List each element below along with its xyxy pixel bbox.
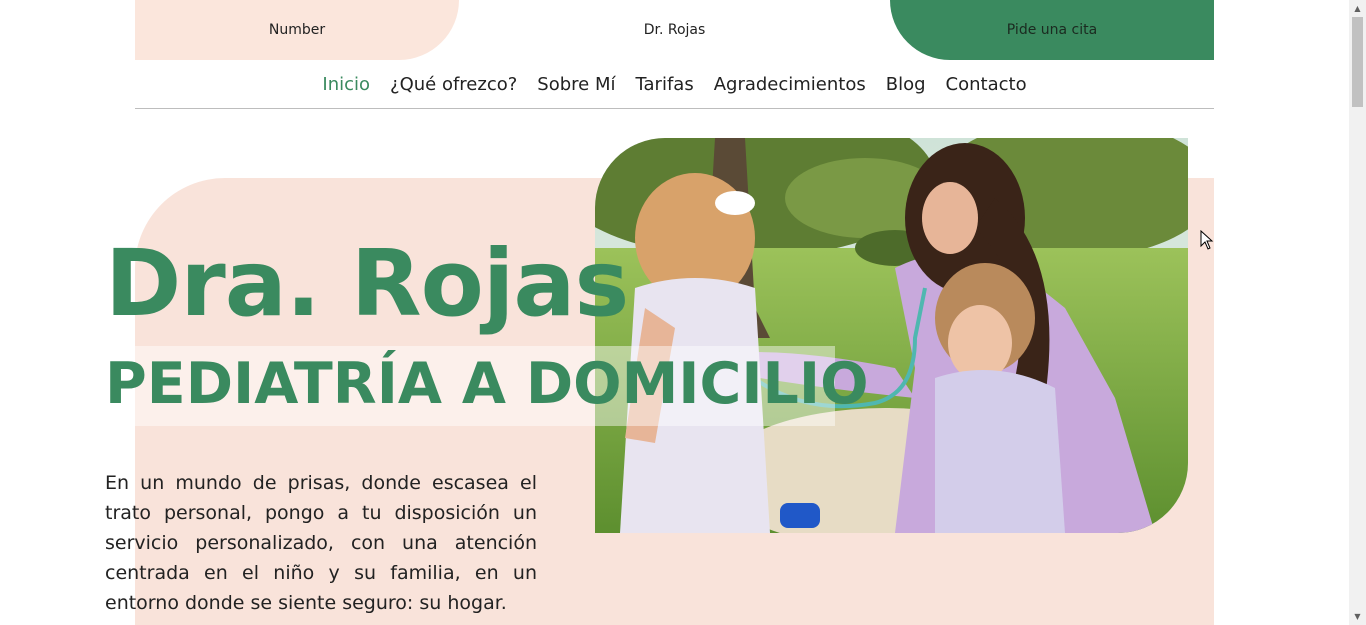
hero-title: Dra. Rojas [105, 230, 629, 337]
nav-item-que-ofrezco[interactable]: ¿Qué ofrezco? [390, 74, 517, 95]
arrow-up-icon[interactable]: ▲ [1349, 0, 1366, 17]
hero-photo [595, 138, 1188, 533]
phone-number-label: Number [268, 22, 326, 38]
nav-item-sobre-mi[interactable]: Sobre Mí [537, 74, 615, 95]
main-nav: Inicio ¿Qué ofrezco? Sobre Mí Tarifas Ag… [135, 60, 1214, 109]
arrow-down-icon[interactable]: ▼ [1349, 608, 1366, 625]
brand-name-block: Dr. Rojas [459, 0, 890, 60]
appointment-button[interactable]: Pide una cita [890, 0, 1214, 60]
nav-item-inicio[interactable]: Inicio [322, 74, 370, 95]
nav-item-blog[interactable]: Blog [886, 74, 926, 95]
nav-item-contacto[interactable]: Contacto [946, 74, 1027, 95]
hero-intro-text: En un mundo de prisas, donde escasea el … [105, 472, 537, 614]
phone-number-block[interactable]: Number [135, 0, 459, 60]
mouse-cursor-icon [1200, 230, 1214, 250]
pediatrician-with-children-photo-icon [595, 138, 1188, 533]
brand-name-label: Dr. Rojas [643, 22, 706, 38]
hero-subtitle: PEDIATRÍA A DOMICILIO [105, 351, 869, 417]
nav-item-agradecimientos[interactable]: Agradecimientos [714, 74, 866, 95]
nav-item-tarifas[interactable]: Tarifas [636, 74, 694, 95]
appointment-button-label: Pide una cita [1006, 22, 1098, 38]
top-bar: Number Dr. Rojas Pide una cita [135, 0, 1214, 60]
vertical-scrollbar[interactable]: ▲ ▼ [1349, 0, 1366, 625]
scrollbar-thumb[interactable] [1352, 17, 1363, 107]
